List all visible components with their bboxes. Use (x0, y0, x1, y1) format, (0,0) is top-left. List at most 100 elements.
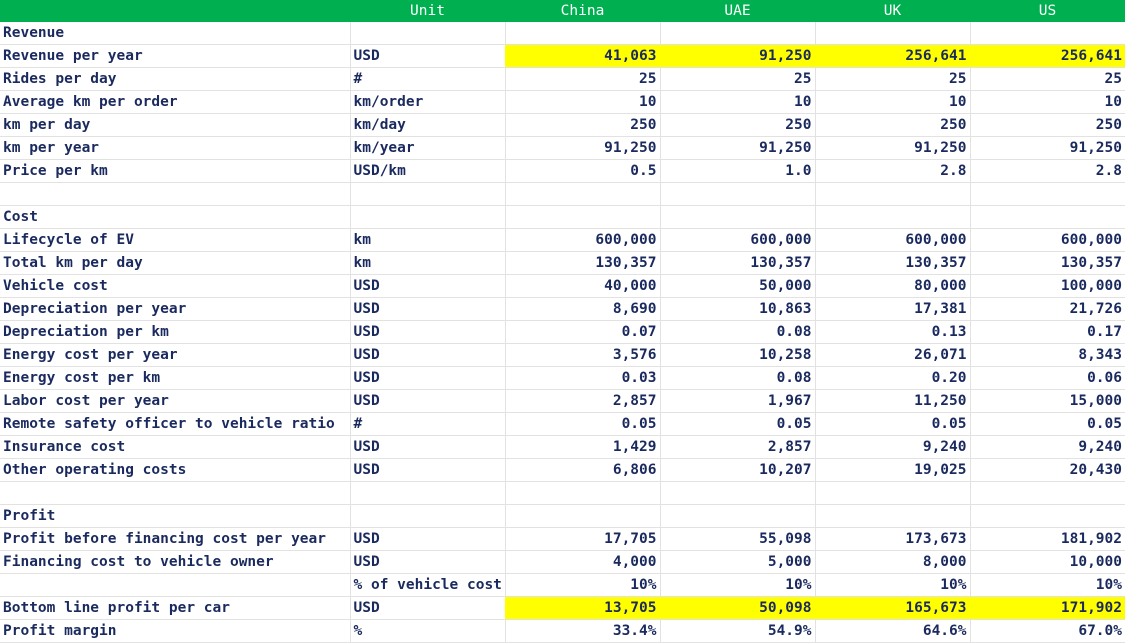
row-label-cell[interactable]: Depreciation per year (0, 297, 350, 321)
value-cell[interactable]: 3,576 (504, 343, 660, 367)
value-cell[interactable]: 0.13 (814, 320, 970, 344)
unit-cell[interactable]: USD (349, 44, 505, 68)
value-cell[interactable]: 41,063 (504, 44, 660, 68)
value-cell[interactable]: 50,098 (659, 596, 815, 620)
value-cell[interactable]: 19,025 (814, 458, 970, 482)
value-cell[interactable]: 33.4% (504, 619, 660, 643)
value-cell[interactable]: 165,673 (814, 596, 970, 620)
value-cell[interactable] (659, 481, 815, 505)
value-cell[interactable]: 91,250 (504, 136, 660, 160)
value-cell[interactable]: 256,641 (969, 44, 1125, 68)
value-cell[interactable]: 10,207 (659, 458, 815, 482)
unit-cell[interactable]: USD (349, 458, 505, 482)
section-label-cell[interactable]: Profit (0, 504, 350, 528)
value-cell[interactable]: 40,000 (504, 274, 660, 298)
value-cell[interactable]: 130,357 (659, 251, 815, 275)
value-cell[interactable]: 91,250 (659, 44, 815, 68)
value-cell[interactable]: 10 (504, 90, 660, 114)
row-label-cell[interactable]: Remote safety officer to vehicle ratio (0, 412, 350, 436)
row-label-cell[interactable]: km per year (0, 136, 350, 160)
value-cell[interactable]: 600,000 (814, 228, 970, 252)
row-label-cell[interactable]: Rides per day (0, 67, 350, 91)
row-label-cell[interactable]: Total km per day (0, 251, 350, 275)
section-label-cell[interactable]: Revenue (0, 22, 350, 45)
value-cell[interactable] (504, 205, 660, 229)
value-cell[interactable] (504, 22, 660, 45)
unit-cell[interactable]: USD (349, 297, 505, 321)
value-cell[interactable]: 8,690 (504, 297, 660, 321)
row-label-cell[interactable] (0, 182, 350, 206)
row-label-cell[interactable]: Lifecycle of EV (0, 228, 350, 252)
value-cell[interactable]: 54.9% (659, 619, 815, 643)
unit-cell[interactable]: USD (349, 527, 505, 551)
value-cell[interactable]: 91,250 (969, 136, 1125, 160)
value-cell[interactable] (659, 22, 815, 45)
value-cell[interactable]: 2,857 (504, 389, 660, 413)
value-cell[interactable]: 10,000 (969, 550, 1125, 574)
value-cell[interactable]: 91,250 (814, 136, 970, 160)
value-cell[interactable]: 181,902 (969, 527, 1125, 551)
value-cell[interactable]: 1,429 (504, 435, 660, 459)
value-cell[interactable]: 130,357 (814, 251, 970, 275)
value-cell[interactable]: 250 (814, 113, 970, 137)
value-cell[interactable] (969, 481, 1125, 505)
row-label-cell[interactable]: Average km per order (0, 90, 350, 114)
unit-cell[interactable]: km/day (349, 113, 505, 137)
value-cell[interactable]: 173,673 (814, 527, 970, 551)
row-label-cell[interactable]: Energy cost per km (0, 366, 350, 390)
value-cell[interactable]: 25 (814, 67, 970, 91)
unit-cell[interactable]: USD (349, 274, 505, 298)
row-label-cell[interactable]: Other operating costs (0, 458, 350, 482)
value-cell[interactable]: 0.5 (504, 159, 660, 183)
row-label-cell[interactable]: Revenue per year (0, 44, 350, 68)
value-cell[interactable]: 250 (504, 113, 660, 137)
unit-cell[interactable]: USD (349, 550, 505, 574)
value-cell[interactable]: 15,000 (969, 389, 1125, 413)
unit-cell[interactable]: USD/km (349, 159, 505, 183)
value-cell[interactable]: 10% (814, 573, 970, 597)
row-label-cell[interactable]: Profit margin (0, 619, 350, 643)
value-cell[interactable]: 0.07 (504, 320, 660, 344)
row-label-cell[interactable]: Energy cost per year (0, 343, 350, 367)
value-cell[interactable]: 50,000 (659, 274, 815, 298)
value-cell[interactable]: 600,000 (659, 228, 815, 252)
value-cell[interactable]: 0.17 (969, 320, 1125, 344)
value-cell[interactable] (814, 481, 970, 505)
value-cell[interactable] (504, 481, 660, 505)
value-cell[interactable]: 17,381 (814, 297, 970, 321)
unit-cell[interactable]: % (349, 619, 505, 643)
value-cell[interactable]: 26,071 (814, 343, 970, 367)
value-cell[interactable]: 25 (969, 67, 1125, 91)
value-cell[interactable]: 6,806 (504, 458, 660, 482)
value-cell[interactable] (969, 205, 1125, 229)
value-cell[interactable]: 13,705 (504, 596, 660, 620)
value-cell[interactable]: 10% (969, 573, 1125, 597)
value-cell[interactable]: 10,863 (659, 297, 815, 321)
unit-cell[interactable] (349, 504, 505, 528)
row-label-cell[interactable]: Price per km (0, 159, 350, 183)
value-cell[interactable] (969, 504, 1125, 528)
row-label-cell[interactable]: Labor cost per year (0, 389, 350, 413)
value-cell[interactable]: 600,000 (504, 228, 660, 252)
row-label-cell[interactable]: Profit before financing cost per year (0, 527, 350, 551)
value-cell[interactable] (659, 504, 815, 528)
unit-cell[interactable]: USD (349, 320, 505, 344)
value-cell[interactable]: 0.03 (504, 366, 660, 390)
value-cell[interactable]: 10% (504, 573, 660, 597)
value-cell[interactable]: 2.8 (969, 159, 1125, 183)
unit-cell[interactable]: km (349, 251, 505, 275)
value-cell[interactable]: 0.08 (659, 320, 815, 344)
header-unit-cell[interactable]: Unit (350, 0, 505, 22)
section-label-cell[interactable]: Cost (0, 205, 350, 229)
value-cell[interactable]: 9,240 (969, 435, 1125, 459)
row-label-cell[interactable] (0, 573, 350, 597)
value-cell[interactable]: 0.05 (659, 412, 815, 436)
value-cell[interactable] (814, 22, 970, 45)
value-cell[interactable]: 0.20 (814, 366, 970, 390)
value-cell[interactable] (814, 504, 970, 528)
unit-cell[interactable]: USD (349, 435, 505, 459)
value-cell[interactable] (969, 182, 1125, 206)
value-cell[interactable] (504, 504, 660, 528)
unit-cell[interactable]: km/year (349, 136, 505, 160)
value-cell[interactable]: 250 (969, 113, 1125, 137)
